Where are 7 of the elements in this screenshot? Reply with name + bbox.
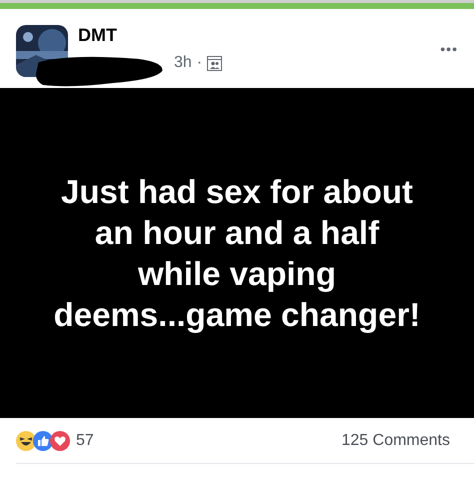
status-text: Just had sex for about an hour and a half while vaping deems...game changer!	[52, 172, 422, 335]
reaction-count[interactable]: 57	[76, 428, 94, 452]
post-time: 3h	[174, 53, 192, 73]
comments-count[interactable]: 125 Comments	[342, 428, 450, 452]
more-options-button[interactable]: •••	[440, 39, 458, 60]
author-name[interactable]: DMT	[78, 25, 222, 45]
separator-dot: ·	[196, 53, 202, 73]
